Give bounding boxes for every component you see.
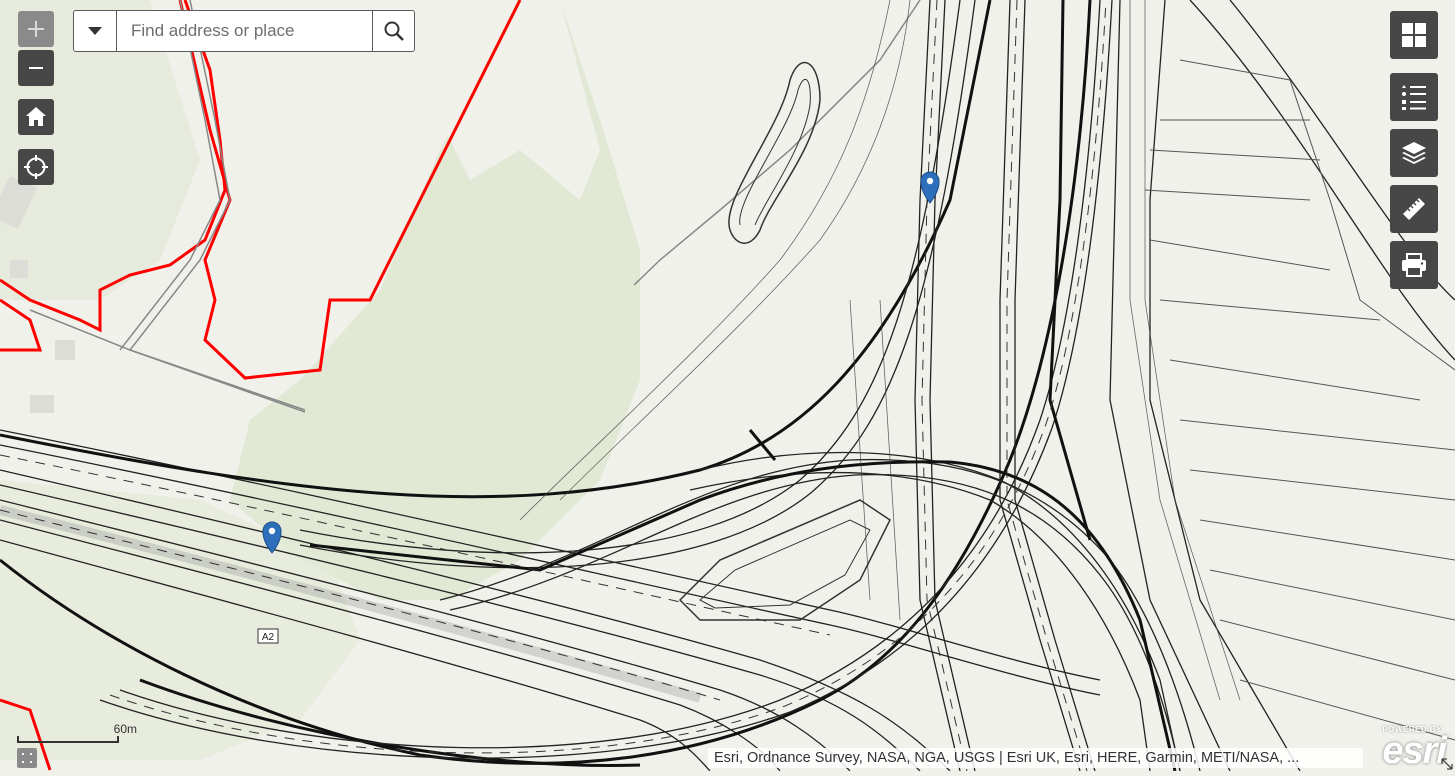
legend-icon [1402, 85, 1426, 110]
print-icon [1402, 253, 1426, 277]
map-canvas[interactable]: A2 [0, 0, 1455, 772]
home-icon [26, 107, 46, 126]
zoom-in-button[interactable] [18, 11, 54, 47]
basemap-gallery-button[interactable] [1390, 11, 1438, 59]
search-icon [384, 21, 404, 41]
attribution-text[interactable]: Esri, Ordnance Survey, NASA, NGA, USGS |… [708, 748, 1363, 768]
home-button[interactable] [18, 99, 54, 135]
search-input[interactable] [117, 11, 372, 51]
print-button[interactable] [1390, 241, 1438, 289]
overview-toggle-button[interactable] [17, 748, 37, 768]
scale-bar-line [17, 736, 119, 743]
minus-icon [29, 67, 43, 69]
resize-icon[interactable] [1440, 757, 1454, 771]
zoom-out-button[interactable] [18, 50, 54, 86]
road-shield-a2: A2 [257, 628, 279, 644]
locate-button[interactable] [18, 149, 54, 185]
road-label: A2 [262, 632, 275, 643]
scale-bar: 60m [17, 722, 137, 743]
locate-icon [24, 155, 48, 179]
measure-icon [1403, 198, 1425, 220]
scale-bar-label: 60m [113, 722, 137, 736]
search-widget [73, 10, 415, 52]
basemap-gallery-icon [1402, 23, 1426, 47]
caret-down-icon [88, 27, 102, 35]
layers-icon [1402, 142, 1426, 164]
search-button[interactable] [372, 11, 414, 51]
layer-list-button[interactable] [1390, 129, 1438, 177]
map-view[interactable]: A2 [0, 0, 1455, 772]
plus-icon [28, 21, 44, 37]
expand-icon [22, 753, 32, 763]
search-source-dropdown[interactable] [74, 11, 117, 51]
legend-button[interactable] [1390, 73, 1438, 121]
esri-brand-text: esri [1382, 730, 1447, 772]
measure-button[interactable] [1390, 185, 1438, 233]
